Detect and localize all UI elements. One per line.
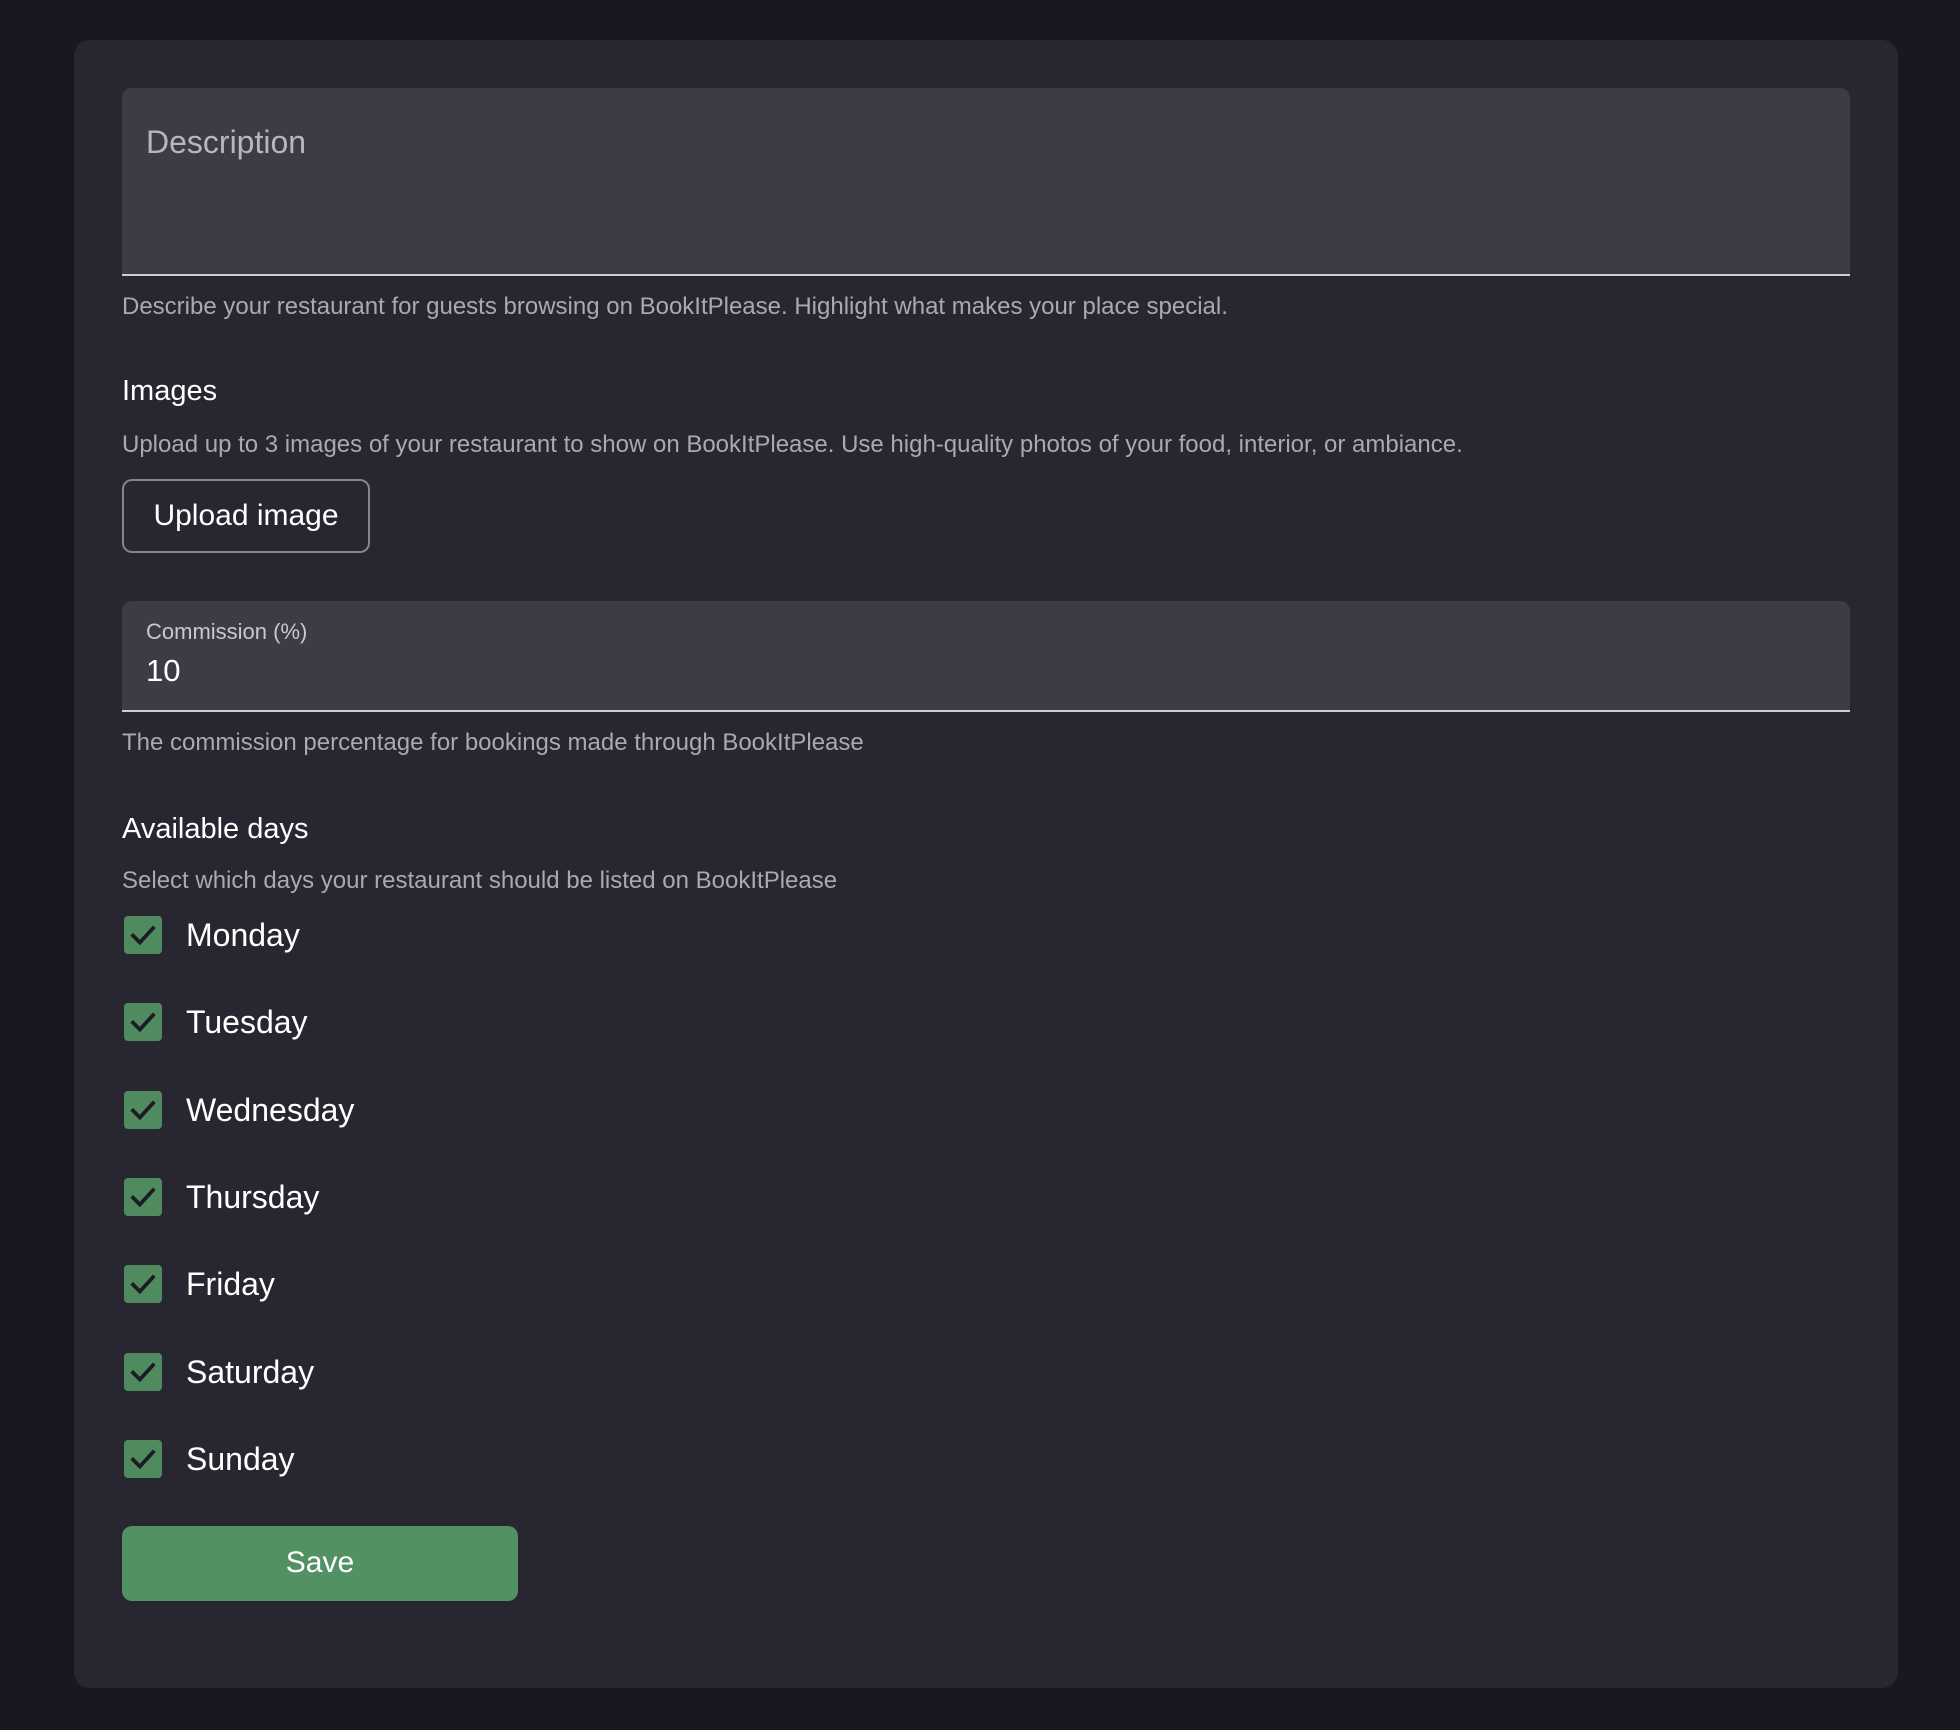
wednesday-checkbox[interactable]: [124, 1090, 162, 1129]
day-option-tuesday[interactable]: Tuesday: [122, 993, 1850, 1080]
day-option-saturday[interactable]: Saturday: [122, 1343, 1850, 1430]
day-label: Monday: [186, 916, 300, 953]
day-label: Tuesday: [186, 1004, 308, 1041]
sunday-checkbox[interactable]: [124, 1440, 162, 1479]
available-days-helper-text: Select which days your restaurant should…: [122, 866, 838, 894]
day-option-friday[interactable]: Friday: [122, 1255, 1850, 1342]
available-days-title: Available days: [122, 813, 309, 846]
tuesday-checkbox[interactable]: [124, 1003, 162, 1042]
check-icon: [130, 1100, 156, 1120]
restaurant-settings-card: Description Describe your restaurant for…: [74, 40, 1898, 1688]
check-icon: [130, 1274, 156, 1295]
description-helper-text: Describe your restaurant for guests brow…: [122, 293, 1228, 320]
monday-checkbox[interactable]: [124, 915, 162, 954]
day-label: Thursday: [186, 1178, 320, 1215]
commission-field[interactable]: Commission (%): [122, 601, 1850, 713]
check-icon: [130, 1012, 156, 1033]
day-option-wednesday[interactable]: Wednesday: [122, 1081, 1850, 1168]
commission-label: Commission (%): [146, 619, 308, 645]
commission-helper-text: The commission percentage for bookings m…: [122, 729, 864, 757]
check-icon: [130, 1449, 156, 1470]
images-section-title: Images: [122, 374, 218, 407]
check-icon: [130, 1187, 156, 1208]
day-option-thursday[interactable]: Thursday: [122, 1168, 1850, 1255]
images-helper-text: Upload up to 3 images of your restaurant…: [122, 430, 1463, 458]
day-label: Friday: [186, 1266, 275, 1303]
day-label: Wednesday: [186, 1091, 355, 1128]
available-days-list: Monday Tuesday Wednesday Thursday Friday: [122, 906, 1850, 1518]
check-icon: [130, 1362, 156, 1382]
commission-input[interactable]: [146, 653, 1826, 690]
friday-checkbox[interactable]: [124, 1265, 162, 1304]
day-option-monday[interactable]: Monday: [122, 906, 1850, 993]
check-icon: [130, 925, 156, 945]
saturday-checkbox[interactable]: [124, 1352, 162, 1391]
day-label: Saturday: [186, 1353, 315, 1390]
upload-image-button[interactable]: Upload image: [122, 479, 370, 554]
thursday-checkbox[interactable]: [124, 1177, 162, 1216]
description-field[interactable]: Description: [122, 88, 1850, 276]
day-option-sunday[interactable]: Sunday: [122, 1430, 1850, 1517]
description-placeholder: Description: [146, 124, 307, 160]
save-button[interactable]: Save: [122, 1525, 518, 1601]
day-label: Sunday: [186, 1441, 295, 1478]
